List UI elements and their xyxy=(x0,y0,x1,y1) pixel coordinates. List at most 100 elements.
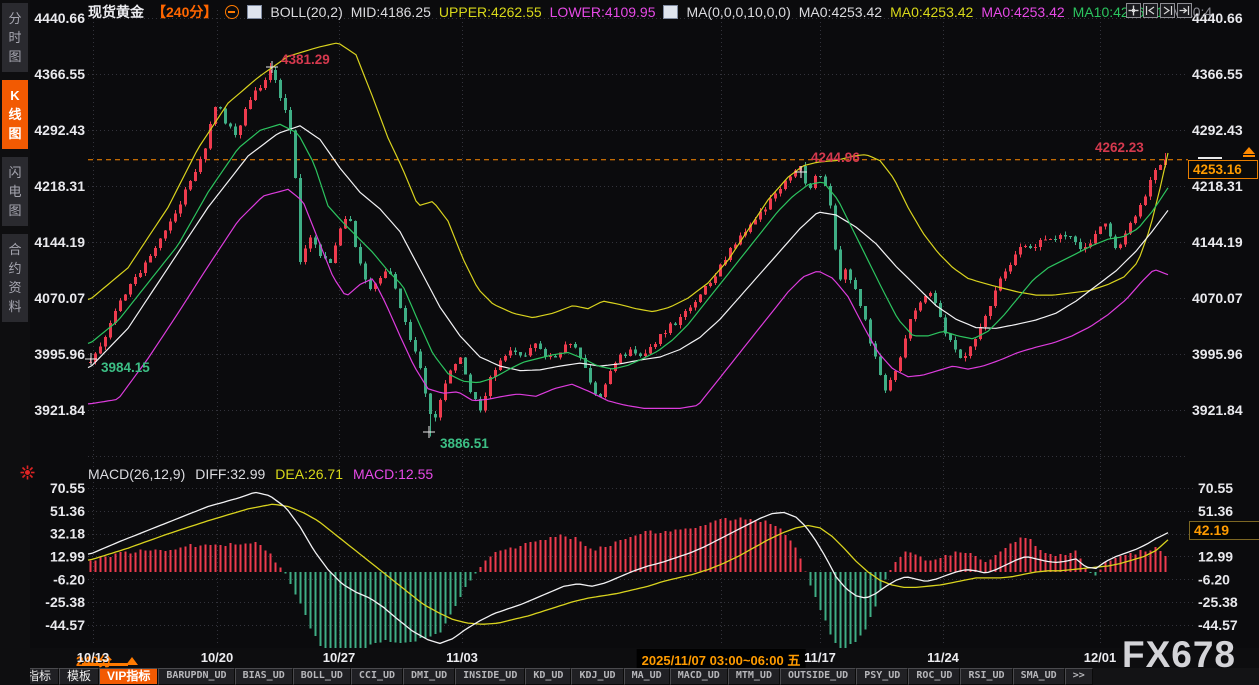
pan-tool-icon[interactable] xyxy=(1126,3,1141,18)
price-tick-label: 4218.31 xyxy=(34,178,85,194)
macd-tick-label: 12.99 xyxy=(1198,549,1233,565)
price-tick-label: 4292.43 xyxy=(1192,122,1243,138)
kline-chart-canvas[interactable]: 4381.293984.153886.514244.964262.234440.… xyxy=(0,0,1259,685)
sidebar-tab-4[interactable]: 合约资料 xyxy=(2,234,28,322)
date-label: 11/17 xyxy=(804,650,836,665)
macd-tick-label: -44.57 xyxy=(1198,617,1238,633)
toolbar-button-模板[interactable]: 模板 xyxy=(59,668,99,685)
macd-legend: MACD(26,12,9) DIFF:32.99 DEA:26.71 MACD:… xyxy=(88,466,433,482)
toolbar-button-bias-ud[interactable]: BIAS_UD xyxy=(235,668,293,685)
toolbar-button-outside-ud[interactable]: OUTSIDE_UD xyxy=(780,668,856,685)
price-tick-label: 4366.55 xyxy=(1192,66,1243,82)
macd-tick-label: 70.55 xyxy=(1198,480,1233,496)
price-tick-label: 4366.55 xyxy=(34,66,85,82)
macd-highlight-label: 42.19 xyxy=(1189,521,1259,540)
boll-indicator-icon[interactable] xyxy=(247,5,262,19)
left-tab-rail: 分时图 K线图闪电图合约资料 xyxy=(0,0,30,685)
toolbar-button-sma-ud[interactable]: SMA_UD xyxy=(1013,668,1065,685)
collapse-icon[interactable] xyxy=(225,5,239,19)
trading-app: 4381.293984.153886.514244.964262.234440.… xyxy=(0,0,1259,685)
macd-macd-value: MACD:12.55 xyxy=(353,466,433,482)
macd-tick-label: 12.99 xyxy=(50,549,85,565)
macd-tick-label: 51.36 xyxy=(1198,503,1233,519)
chart-legend: 现货黄金 【240分】 BOLL(20,2) MID:4186.25 UPPER… xyxy=(88,3,1212,21)
price-annotation: 4244.96 xyxy=(811,150,860,165)
boll-mid-value: MID:4186.25 xyxy=(351,4,431,20)
ma-indicator-icon[interactable] xyxy=(663,5,678,19)
toolbar-button-rsi-ud[interactable]: RSI_UD xyxy=(960,668,1012,685)
date-label: 11/24 xyxy=(927,650,959,665)
price-annotation: 4262.23 xyxy=(1095,140,1144,155)
ma0-value-white: MA0:4253.42 xyxy=(799,4,882,20)
price-tick-label: 4440.66 xyxy=(34,10,85,26)
toolbar-button-mtm-ud[interactable]: MTM_UD xyxy=(728,668,780,685)
macd-tick-label: -25.38 xyxy=(45,594,85,610)
toolbar-button-dmi-ud[interactable]: DMI_UD xyxy=(403,668,455,685)
axis-labels: 4440.664440.664366.554366.554292.434292.… xyxy=(34,10,1242,633)
price-tick-label: 4218.31 xyxy=(1192,178,1243,194)
macd-tick-label: -25.38 xyxy=(1198,594,1238,610)
price-tick-label: 4144.19 xyxy=(34,234,85,250)
toolbar-button-boll-ud[interactable]: BOLL_UD xyxy=(293,668,351,685)
ma10-line xyxy=(88,124,1168,382)
price-arrow-icon xyxy=(1243,147,1255,157)
date-label: 10/20 xyxy=(201,650,234,665)
xaxis-row: 240分 2025/11/07 03:00~06:00 五 10/1310/20… xyxy=(0,648,1259,668)
indicator-toolbar: 指标模板VIP指标BARUPDN_UDBIAS_UDBOLL_UDCCI_UDD… xyxy=(0,668,1259,685)
chart-window-controls xyxy=(1126,3,1192,18)
macd-tick-label: -44.57 xyxy=(45,617,85,633)
jump-to-latest-icon[interactable] xyxy=(1177,3,1192,18)
fx678-watermark: FX678 xyxy=(1122,634,1236,676)
price-tick-label: 4292.43 xyxy=(34,122,85,138)
toolbar-button--[interactable]: >> xyxy=(1065,668,1093,685)
date-label: 10/27 xyxy=(323,650,356,665)
sidebar-tab-2[interactable]: K线图 xyxy=(2,80,28,149)
price-annotation: 3886.51 xyxy=(440,436,489,451)
period-badge: 【240分】 xyxy=(152,2,217,22)
price-annotation: 3984.15 xyxy=(101,360,150,375)
macd-tick-label: 70.55 xyxy=(50,480,85,496)
last-price-label: 4253.16 xyxy=(1188,160,1258,179)
macd-tick-label: 32.18 xyxy=(50,526,85,542)
macd-diff-value: DIFF:32.99 xyxy=(195,466,265,482)
toolbar-button-psy-ud[interactable]: PSY_UD xyxy=(856,668,908,685)
candlesticks xyxy=(89,63,1167,437)
price-tick-label: 3921.84 xyxy=(1192,402,1243,418)
selected-candle-date: 2025/11/07 03:00~06:00 五 xyxy=(637,649,806,670)
toolbar-button-kdj-ud[interactable]: KDJ_UD xyxy=(571,668,623,685)
macd-tick-label: 51.36 xyxy=(50,503,85,519)
sidebar-tab-3[interactable]: 闪电图 xyxy=(2,157,28,226)
toolbar-button-macd-ud[interactable]: MACD_UD xyxy=(670,668,728,685)
date-label: 11/03 xyxy=(446,650,478,665)
macd-tick-label: -6.20 xyxy=(53,571,85,587)
price-tick-label: 4070.07 xyxy=(34,290,85,306)
boll-upper-value: UPPER:4262.55 xyxy=(439,4,542,20)
toolbar-button-inside-ud[interactable]: INSIDE_UD xyxy=(455,668,525,685)
boll-mid-line xyxy=(88,126,1168,371)
ma0-value-magenta: MA0:4253.42 xyxy=(981,4,1064,20)
shift-left-icon[interactable] xyxy=(1143,3,1158,18)
date-label: 10/13 xyxy=(77,650,110,665)
ma-label: MA(0,0,0,10,0,0) xyxy=(686,4,790,20)
price-tick-label: 3995.96 xyxy=(34,346,85,362)
date-label: 12/01 xyxy=(1084,650,1117,665)
price-tick-label: 3921.84 xyxy=(34,402,85,418)
price-tick-label: 4070.07 xyxy=(1192,290,1243,306)
boll-lower-value: LOWER:4109.95 xyxy=(550,4,656,20)
toolbar-button-roc-ud[interactable]: ROC_UD xyxy=(908,668,960,685)
toolbar-button-vip指标[interactable]: VIP指标 xyxy=(99,668,158,685)
indicator-settings-icon[interactable] xyxy=(20,465,35,485)
symbol-name: 现货黄金 xyxy=(88,2,144,22)
price-tick-label: 4144.19 xyxy=(1192,234,1243,250)
toolbar-button-barupdn-ud[interactable]: BARUPDN_UD xyxy=(158,668,234,685)
price-tick-label: 3995.96 xyxy=(1192,346,1243,362)
ma0-value-yellow: MA0:4253.42 xyxy=(890,4,973,20)
macd-label: MACD(26,12,9) xyxy=(88,466,185,482)
macd-tick-label: -6.20 xyxy=(1198,571,1230,587)
shift-right-icon[interactable] xyxy=(1160,3,1175,18)
toolbar-button-ma-ud[interactable]: MA_UD xyxy=(624,668,670,685)
toolbar-button-cci-ud[interactable]: CCI_UD xyxy=(351,668,403,685)
sidebar-tab-1[interactable]: 分时图 xyxy=(2,3,28,72)
macd-dea-value: DEA:26.71 xyxy=(275,466,343,482)
toolbar-button-kd-ud[interactable]: KD_UD xyxy=(525,668,571,685)
